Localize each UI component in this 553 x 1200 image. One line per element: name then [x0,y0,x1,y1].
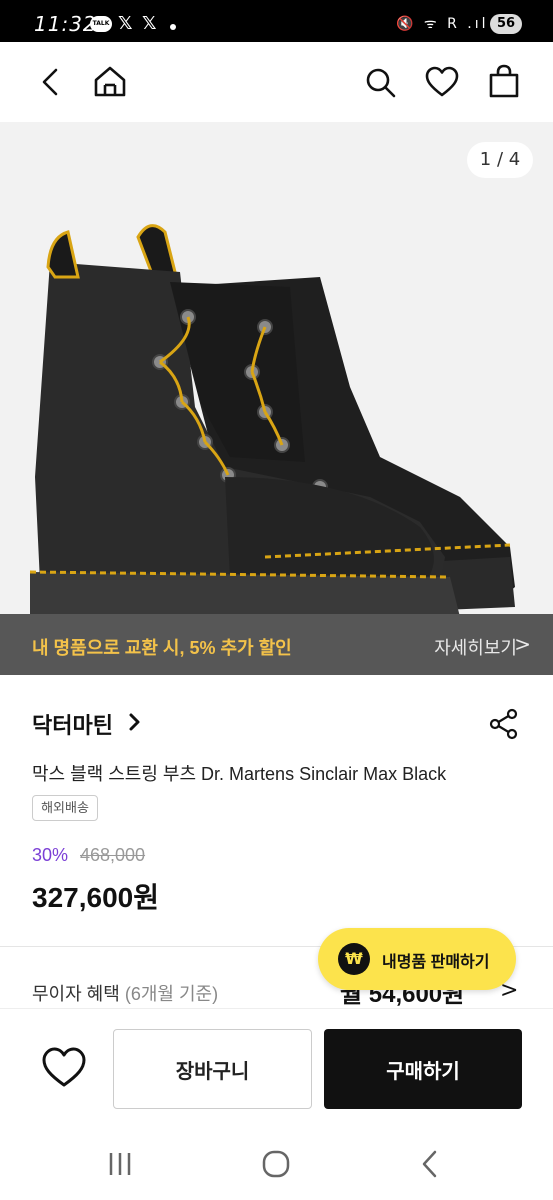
chevron-right-icon[interactable] [126,708,144,736]
search-button[interactable] [360,62,400,102]
x-app-icon: 𝕏 [142,13,157,34]
heart-icon [425,66,459,97]
x-app-icon: 𝕏 [118,13,133,34]
status-time: 11:32 [34,12,97,36]
home-nav-icon[interactable] [256,1148,296,1180]
home-icon [94,66,126,97]
buy-now-button[interactable]: 구매하기 [324,1029,522,1109]
back-nav-icon[interactable] [410,1148,450,1180]
original-price: 468,000 [80,845,146,865]
boot-product-image [29,224,515,614]
installment-title: 무이자 혜택 [32,984,120,1004]
product-image-gallery[interactable]: 1 / 4 [0,122,553,614]
trade-in-promo-banner[interactable]: 내 명품으로 교환 시, 5% 추가 할인 자세히보기 > [0,614,553,675]
shopping-bag-icon [489,64,519,98]
battery-icon: 56 [490,14,522,34]
chevron-right-icon: > [514,632,531,656]
status-bar: 11:32 TALK 𝕏 𝕏 🔇 ᯤ R .ıl 56 [0,0,553,42]
won-coin-icon: ₩ [338,943,370,975]
overseas-shipping-badge: 해외배송 [32,795,98,821]
sell-button-label: 내명품 판매하기 [382,954,490,971]
installment-sub: (6개월 기준) [124,984,219,1004]
heart-icon[interactable] [40,1045,88,1089]
back-icon [42,68,58,96]
promo-text: 내 명품으로 교환 시, 5% 추가 할인 [32,638,292,658]
search-icon [366,68,396,98]
system-nav-bar [0,1128,553,1200]
product-name: 막스 블랙 스트링 부츠 Dr. Martens Sinclair Max Bl… [32,764,447,784]
image-page-indicator: 1 / 4 [467,142,533,178]
discount-rate: 30% [32,845,69,865]
sell-my-luxury-button[interactable]: ₩ 내명품 판매하기 [318,928,516,990]
add-to-cart-button[interactable]: 장바구니 [113,1029,312,1109]
promo-details-link[interactable]: 자세히보기 [434,634,517,660]
signal-icons: 🔇 ᯤ R .ıl [396,16,489,32]
recent-apps-icon[interactable] [100,1148,140,1180]
wishlist-header-button[interactable] [422,62,462,102]
kakaotalk-icon: TALK [90,16,112,32]
back-button[interactable] [30,62,70,102]
notification-dot-icon [170,24,176,30]
installment-label[interactable]: 무이자 혜택 (6개월 기준) [32,980,218,1006]
sale-price: 327,600원 [32,882,159,913]
home-button[interactable] [90,62,130,102]
top-app-bar [0,42,553,122]
shopping-bag-button[interactable] [484,62,524,102]
share-icon[interactable] [488,708,520,740]
bottom-action-bar: 장바구니 구매하기 [0,1008,553,1128]
brand-name[interactable]: 닥터마틴 [32,708,113,740]
